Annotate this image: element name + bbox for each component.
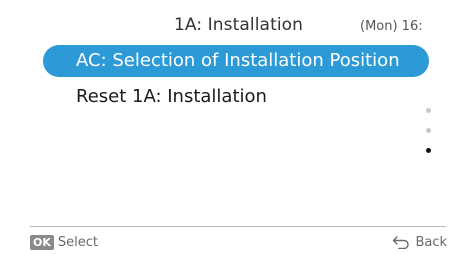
- menu-item-selection-of-installation-position[interactable]: AC: Selection of Installation Position: [43, 45, 429, 77]
- footer-divider: [30, 226, 446, 227]
- scroll-dot-page-3-current: [426, 148, 431, 153]
- installation-menu-screen: 1A: Installation (Mon) 16: AC: Selection…: [0, 0, 469, 256]
- scroll-dot-page-1: [426, 108, 431, 113]
- scroll-dot-page-2: [426, 128, 431, 133]
- menu-item-reset-installation[interactable]: Reset 1A: Installation: [43, 81, 267, 113]
- menu-item-label: AC: Selection of Installation Position: [76, 50, 400, 71]
- select-label: Select: [57, 234, 98, 250]
- back-label: Back: [415, 234, 447, 250]
- select-hint[interactable]: OK Select: [30, 234, 98, 250]
- page-title: 1A: Installation: [174, 15, 304, 35]
- clock-readout: (Mon) 16:: [360, 19, 423, 34]
- back-hint[interactable]: Back: [392, 234, 447, 250]
- ok-button-badge: OK: [30, 234, 54, 250]
- back-arrow-icon: [392, 235, 410, 249]
- menu-item-label: Reset 1A: Installation: [76, 86, 267, 107]
